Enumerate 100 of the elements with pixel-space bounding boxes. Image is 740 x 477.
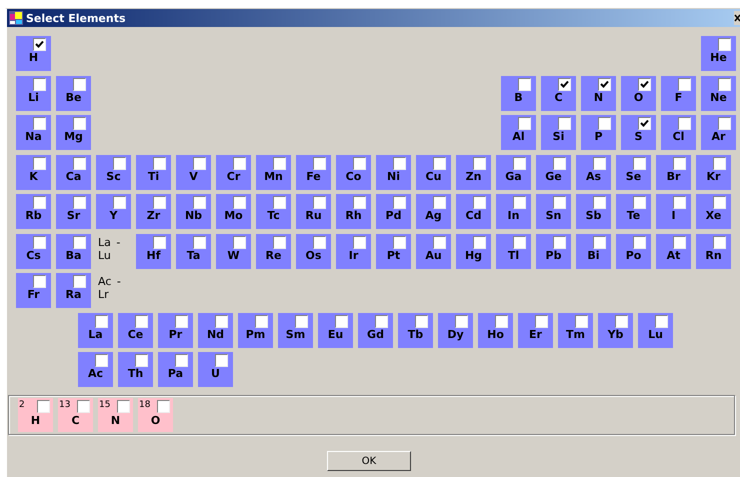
checkbox[interactable] — [73, 78, 86, 90]
element-tile[interactable]: Pt — [376, 234, 411, 268]
checkbox[interactable] — [495, 315, 508, 328]
element-tile[interactable]: W — [216, 234, 251, 268]
checkbox[interactable] — [433, 236, 446, 248]
element-tile[interactable]: Ba — [56, 234, 91, 268]
isotope-tile[interactable]: 18 O — [138, 398, 173, 432]
checkbox[interactable] — [455, 315, 468, 328]
checkbox[interactable] — [633, 156, 646, 170]
checkbox[interactable] — [713, 196, 726, 209]
element-tile[interactable]: Mo — [216, 194, 251, 229]
element-tile[interactable]: Ne — [701, 76, 736, 110]
checkbox[interactable] — [33, 117, 46, 130]
element-tile[interactable]: Re — [256, 234, 291, 268]
element-tile[interactable]: Yb — [598, 313, 633, 348]
checkbox[interactable] — [593, 196, 606, 209]
checkbox[interactable] — [335, 315, 348, 328]
checkbox[interactable] — [473, 196, 486, 209]
element-tile[interactable]: Ru — [296, 194, 331, 229]
checkbox[interactable] — [295, 315, 308, 328]
isotope-tile[interactable]: 2 H — [18, 398, 53, 432]
element-tile[interactable]: O — [621, 76, 656, 110]
checkbox[interactable] — [655, 315, 668, 328]
element-tile[interactable]: Cr — [216, 154, 251, 190]
element-tile[interactable]: Nb — [176, 194, 211, 229]
checkbox[interactable] — [113, 156, 126, 170]
element-tile[interactable]: Tl — [496, 234, 531, 268]
element-tile[interactable]: Sb — [576, 194, 611, 229]
element-tile[interactable]: Ge — [536, 154, 571, 190]
element-tile[interactable]: Zr — [136, 194, 171, 229]
checkbox[interactable] — [215, 315, 228, 328]
checkbox[interactable] — [718, 78, 731, 90]
element-tile[interactable]: B — [501, 76, 536, 110]
element-tile[interactable]: Rb — [16, 194, 51, 229]
checkbox[interactable] — [558, 117, 571, 130]
element-tile[interactable]: Dy — [438, 313, 473, 348]
checkbox[interactable] — [513, 236, 526, 248]
checkbox[interactable] — [553, 156, 566, 170]
checkbox[interactable] — [353, 156, 366, 170]
checkbox[interactable] — [433, 156, 446, 170]
element-tile[interactable]: Cl — [661, 115, 696, 150]
checkbox[interactable] — [673, 196, 686, 209]
checkbox[interactable] — [95, 315, 108, 328]
checkbox[interactable] — [37, 400, 50, 413]
checkbox[interactable] — [518, 117, 531, 130]
checkbox[interactable] — [135, 315, 148, 328]
checkbox[interactable] — [353, 196, 366, 209]
element-tile[interactable]: I — [656, 194, 691, 229]
element-tile[interactable]: Sr — [56, 194, 91, 229]
checkbox[interactable] — [433, 196, 446, 209]
element-tile[interactable]: Ho — [478, 313, 513, 348]
element-tile[interactable]: Cd — [456, 194, 491, 229]
checkbox[interactable] — [273, 156, 286, 170]
checkbox[interactable] — [153, 156, 166, 170]
element-tile[interactable]: Si — [541, 115, 576, 150]
close-button[interactable] — [734, 11, 740, 25]
element-tile[interactable]: C — [541, 76, 576, 110]
element-tile[interactable]: Rh — [336, 194, 371, 229]
element-tile[interactable]: Tm — [558, 313, 593, 348]
element-tile[interactable]: Ta — [176, 234, 211, 268]
checkbox[interactable] — [678, 78, 691, 90]
checkbox[interactable] — [33, 156, 46, 170]
checkbox[interactable] — [553, 236, 566, 248]
element-tile[interactable]: Fr — [16, 273, 51, 308]
element-tile[interactable]: Pa — [158, 352, 193, 387]
checkbox[interactable] — [313, 236, 326, 248]
checkbox[interactable] — [713, 156, 726, 170]
checkbox[interactable] — [718, 117, 731, 130]
element-tile[interactable]: Ga — [496, 154, 531, 190]
element-tile[interactable]: Na — [16, 115, 51, 150]
checkbox[interactable] — [678, 117, 691, 130]
checkbox[interactable] — [73, 117, 86, 130]
element-tile[interactable]: Nd — [198, 313, 233, 348]
element-tile[interactable]: Br — [656, 154, 691, 190]
checkbox[interactable] — [558, 78, 571, 90]
element-tile[interactable]: Po — [616, 234, 651, 268]
element-tile[interactable]: Be — [56, 76, 91, 110]
element-tile[interactable]: Fe — [296, 154, 331, 190]
element-tile[interactable]: Rn — [696, 234, 731, 268]
element-tile[interactable]: N — [581, 76, 616, 110]
checkbox[interactable] — [615, 315, 628, 328]
element-tile[interactable]: In — [496, 194, 531, 229]
checkbox[interactable] — [33, 236, 46, 248]
element-tile[interactable]: Sc — [96, 154, 131, 190]
checkbox[interactable] — [117, 400, 130, 413]
element-tile[interactable]: Th — [118, 352, 153, 387]
element-tile[interactable]: U — [198, 352, 233, 387]
element-tile[interactable]: Tc — [256, 194, 291, 229]
element-tile[interactable]: La — [78, 313, 113, 348]
checkbox[interactable] — [233, 236, 246, 248]
element-tile[interactable]: Ra — [56, 273, 91, 308]
element-tile[interactable]: At — [656, 234, 691, 268]
checkbox[interactable] — [313, 156, 326, 170]
element-tile[interactable]: Pm — [238, 313, 273, 348]
element-tile[interactable]: Al — [501, 115, 536, 150]
element-tile[interactable]: Os — [296, 234, 331, 268]
checkbox[interactable] — [33, 78, 46, 90]
element-tile[interactable]: Mg — [56, 115, 91, 150]
element-tile[interactable]: S — [621, 115, 656, 150]
element-tile[interactable]: Hf — [136, 234, 171, 268]
